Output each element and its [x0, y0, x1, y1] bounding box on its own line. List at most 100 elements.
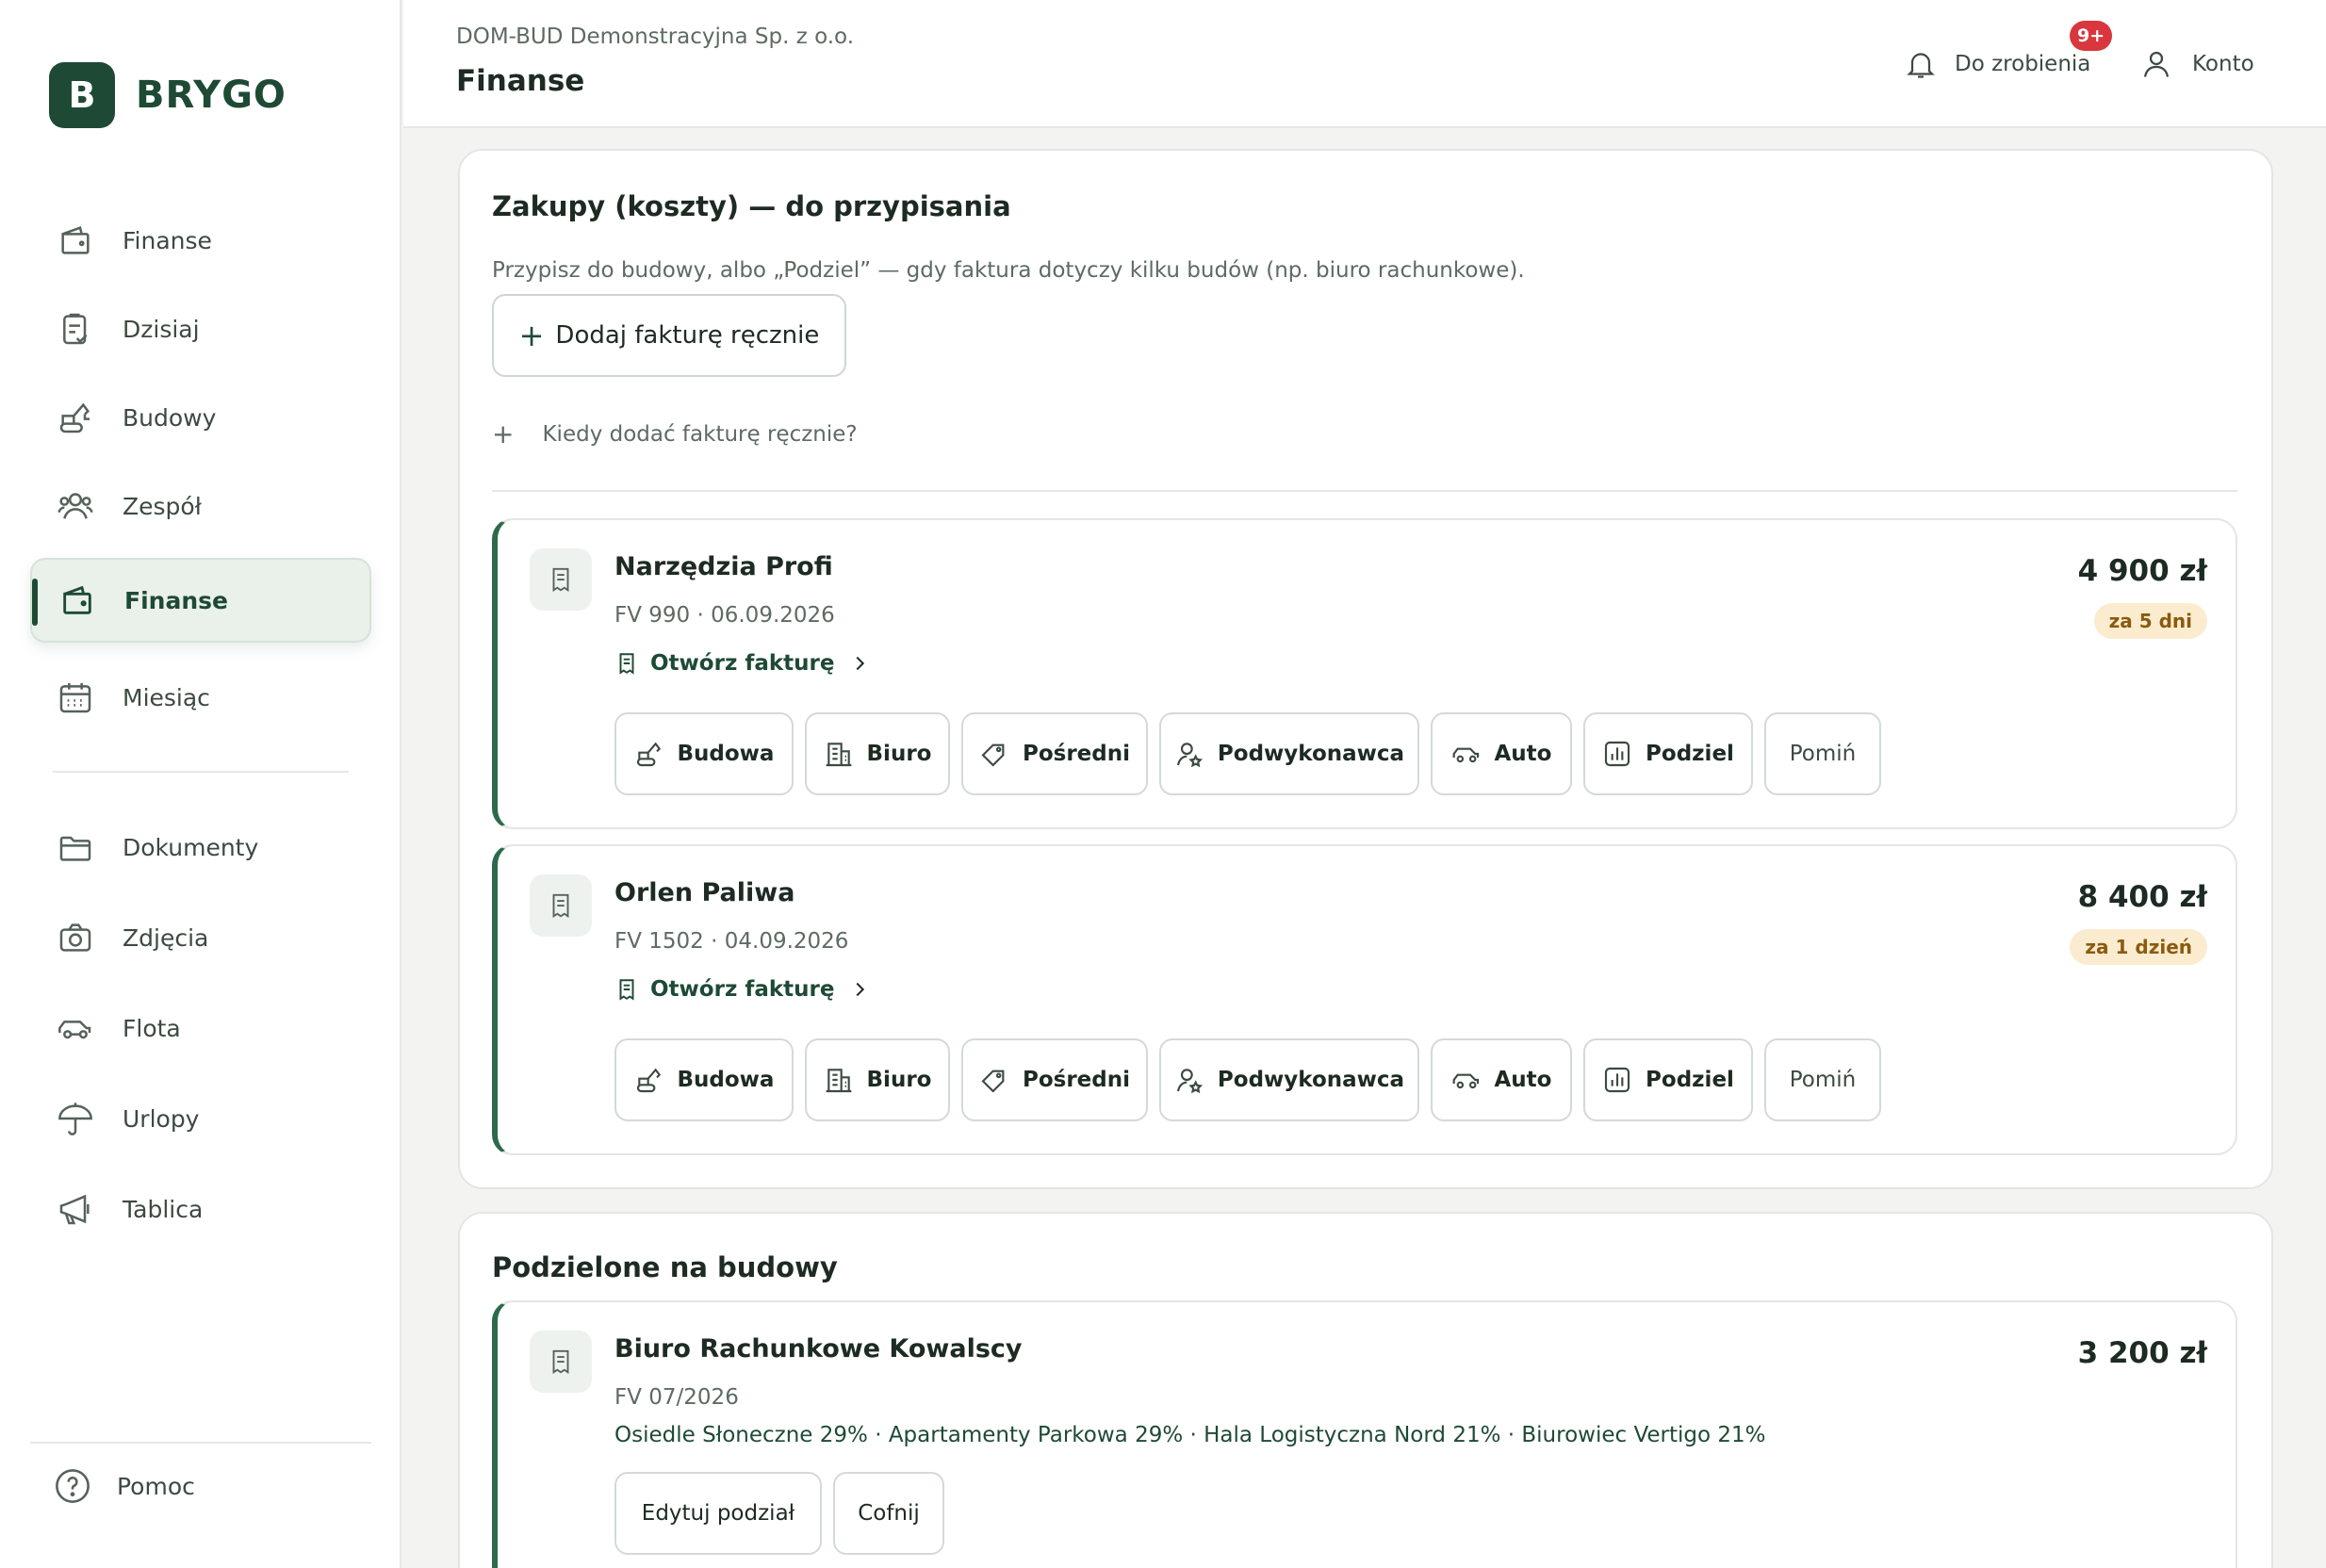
section-divider: [492, 490, 2237, 492]
sidebar-item-label: Miesiąc: [123, 683, 210, 711]
action-label: Auto: [1494, 1068, 1552, 1092]
umbrella-icon: [58, 1102, 92, 1135]
sidebar-item-label: Dzisiaj: [123, 315, 200, 343]
action-label: Pomiń: [1789, 742, 1857, 766]
top-header: DOM-BUD Demonstracyjna Sp. z o.o. Finans…: [403, 0, 2326, 128]
sidebar-item-dzisiaj[interactable]: Dzisiaj: [30, 286, 371, 371]
help-circle-icon: [56, 1469, 90, 1503]
plus-icon: +: [518, 318, 545, 353]
car-icon: [1452, 747, 1479, 763]
bell-icon: [1907, 53, 1935, 78]
excavator-icon: [636, 742, 661, 767]
sidebar-item-budowy[interactable]: Budowy: [30, 375, 371, 460]
wallet-icon: [61, 226, 90, 254]
assign-podwykonawca-button[interactable]: Podwykonawca: [1159, 712, 1419, 795]
chevron-right-icon: [857, 656, 865, 671]
todo-button[interactable]: Do zrobienia: [1904, 45, 2090, 83]
split-button[interactable]: Podziel: [1583, 712, 1753, 795]
car-icon: [1452, 1073, 1479, 1089]
excavator-icon: [59, 402, 90, 433]
skip-button[interactable]: Pomiń: [1764, 1038, 1881, 1121]
sidebar-item-label: Urlopy: [123, 1104, 200, 1133]
assign-auto-button[interactable]: Auto: [1431, 712, 1572, 795]
due-badge: za 1 dzień: [2070, 929, 2207, 965]
sidebar-item-miesiac[interactable]: Miesiąc: [30, 655, 371, 740]
assign-posredni-button[interactable]: Pośredni: [961, 1038, 1148, 1121]
sidebar-item-tablica[interactable]: Tablica: [30, 1167, 371, 1251]
todo-label: Do zrobienia: [1955, 52, 2091, 76]
assign-auto-button[interactable]: Auto: [1431, 1038, 1572, 1121]
user-icon: [2143, 51, 2170, 77]
invoice-item: Orlen Paliwa FV 1502 · 04.09.2026 Otwórz…: [492, 844, 2237, 1155]
open-invoice-link[interactable]: Otwórz fakturę: [614, 650, 870, 677]
action-label: Podziel: [1646, 742, 1734, 766]
action-label: Podwykonawca: [1217, 742, 1405, 766]
page-title: Finanse: [456, 64, 585, 98]
section-description: Przypisz do budowy, albo „Podziel” — gdy…: [492, 258, 1525, 283]
sidebar-item-finanse[interactable]: Finanse: [30, 198, 371, 283]
receipt-icon: [619, 979, 634, 1001]
action-label: Podwykonawca: [1217, 1068, 1405, 1092]
skip-button[interactable]: Pomiń: [1764, 712, 1881, 795]
user-star-icon: [1176, 1069, 1203, 1094]
sidebar-item-finanse-active[interactable]: Finanse: [30, 558, 371, 643]
wallet-icon: [63, 585, 91, 614]
faq-toggle[interactable]: + Kiedy dodać fakturę ręcznie?: [492, 418, 858, 449]
receipt-icon: [530, 874, 592, 937]
undo-split-button[interactable]: Cofnij: [833, 1472, 944, 1555]
due-badge: za 5 dni: [2093, 603, 2207, 639]
edit-split-label: Edytuj podział: [641, 1501, 795, 1526]
sidebar-item-urlopy[interactable]: Urlopy: [30, 1076, 371, 1161]
folder-icon: [59, 836, 91, 861]
car-icon: [58, 1021, 91, 1039]
assign-biuro-button[interactable]: Biuro: [805, 712, 950, 795]
sidebar-item-dokumenty[interactable]: Dokumenty: [30, 805, 371, 890]
unassigned-costs-card: Zakupy (koszty) — do przypisania Przypis…: [458, 149, 2273, 1189]
action-label: Auto: [1494, 742, 1552, 766]
assign-budowa-button[interactable]: Budowa: [614, 712, 794, 795]
assign-posredni-button[interactable]: Pośredni: [961, 712, 1148, 795]
receipt-icon: [530, 1331, 592, 1393]
company-name: DOM-BUD Demonstracyjna Sp. z o.o.: [456, 24, 855, 49]
invoice-vendor: Narzędzia Profi: [614, 552, 833, 581]
sidebar-item-zespol[interactable]: Zespół: [30, 464, 371, 548]
action-label: Budowa: [677, 742, 775, 766]
sidebar-item-flota[interactable]: Flota: [30, 986, 371, 1070]
sidebar-item-label: Finanse: [123, 226, 212, 254]
brand-logo[interactable]: B BRYGO: [49, 62, 287, 128]
user-star-icon: [1176, 743, 1203, 768]
help-divider: [30, 1442, 371, 1444]
invoice-amount: 3 200 zł: [2077, 1336, 2207, 1370]
tag-icon: [981, 1070, 1005, 1093]
help-link[interactable]: Pomoc: [53, 1466, 195, 1506]
split-button[interactable]: Podziel: [1583, 1038, 1753, 1121]
megaphone-icon: [59, 1194, 90, 1225]
building-icon: [826, 1069, 851, 1093]
clipboard-check-icon: [63, 313, 88, 345]
sidebar-item-zdjecia[interactable]: Zdjęcia: [30, 895, 371, 980]
action-label: Pośredni: [1022, 742, 1130, 766]
assign-budowa-button[interactable]: Budowa: [614, 1038, 794, 1121]
action-label: Biuro: [866, 1068, 932, 1092]
edit-split-button[interactable]: Edytuj podział: [614, 1472, 822, 1555]
action-label: Budowa: [677, 1068, 775, 1092]
open-invoice-label: Otwórz fakturę: [650, 977, 835, 1002]
add-invoice-manually-button[interactable]: + Dodaj fakturę ręcznie: [492, 294, 846, 377]
sidebar-item-label: Zdjęcia: [123, 923, 209, 952]
split-invoices-card: Podzielone na budowy Biuro Rachunkowe Ko…: [458, 1212, 2273, 1568]
assign-biuro-button[interactable]: Biuro: [805, 1038, 950, 1121]
invoice-meta: FV 990 · 06.09.2026: [614, 603, 835, 628]
action-label: Pomiń: [1789, 1068, 1857, 1092]
sidebar-item-label: Finanse: [124, 586, 228, 614]
action-label: Biuro: [866, 742, 932, 766]
sidebar-item-label: Tablica: [123, 1195, 204, 1223]
undo-split-label: Cofnij: [858, 1501, 920, 1526]
invoice-vendor: Orlen Paliwa: [614, 878, 795, 907]
account-button[interactable]: Konto: [2139, 45, 2254, 83]
open-invoice-link[interactable]: Otwórz fakturę: [614, 976, 870, 1003]
sidebar-item-label: Zespół: [123, 492, 202, 520]
logo-mark: B: [49, 62, 115, 128]
camera-icon: [59, 923, 91, 952]
sidebar: B BRYGO Finanse Dzisiaj Budowy Zespół Fi…: [0, 0, 401, 1568]
assign-podwykonawca-button[interactable]: Podwykonawca: [1159, 1038, 1419, 1121]
